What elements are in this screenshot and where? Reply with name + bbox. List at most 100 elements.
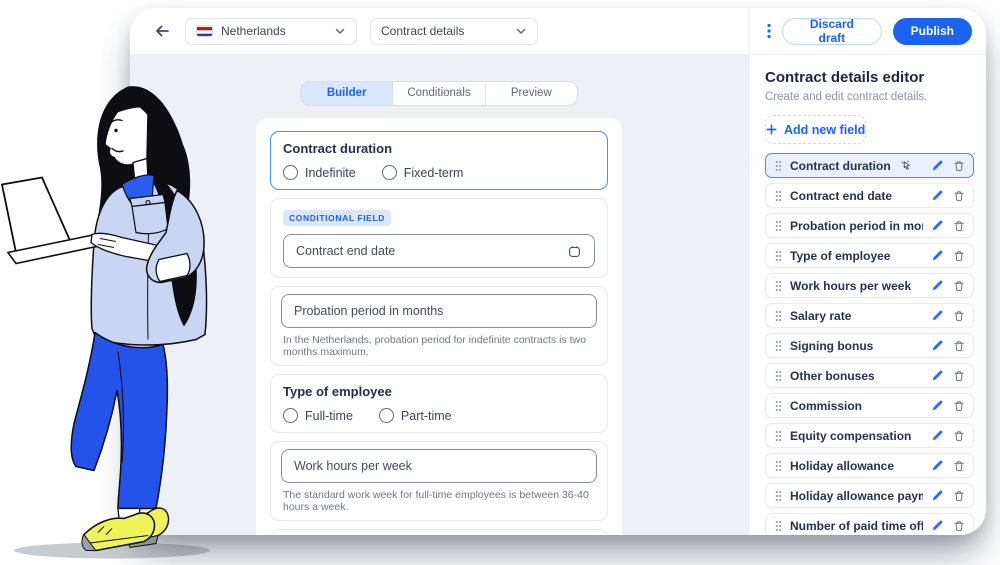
contract-duration-group[interactable]: Contract duration Indefinite Fixed-term (270, 131, 608, 190)
publish-button[interactable]: Publish (893, 18, 972, 45)
drag-handle-icon[interactable] (775, 430, 782, 442)
drag-handle-icon[interactable] (775, 250, 782, 262)
delete-field-button[interactable] (953, 340, 965, 352)
topbar-left: Netherlands Contract details (130, 8, 748, 54)
page: Netherlands Contract details (0, 0, 1000, 565)
field-label: Number of paid time off days (790, 519, 923, 533)
kebab-menu-icon (767, 23, 771, 39)
field-label: Work hours per week (790, 279, 911, 293)
field-row[interactable]: Type of employee (765, 243, 974, 268)
radio-label: Full-time (305, 409, 353, 423)
field-row[interactable]: Holiday allowance payment fre... (765, 483, 974, 508)
input-label: Work hours per week (294, 459, 412, 473)
delete-field-button[interactable] (953, 520, 965, 532)
edit-field-button[interactable] (931, 489, 944, 502)
field-row[interactable]: Work hours per week (765, 273, 974, 298)
document-selector[interactable]: Contract details (370, 18, 538, 45)
tab-preview[interactable]: Preview (486, 82, 577, 105)
group-title: Contract duration (283, 141, 595, 156)
more-options-button[interactable] (767, 23, 771, 39)
delete-field-button[interactable] (953, 280, 965, 292)
radio-fixed-term[interactable]: Fixed-term (382, 165, 464, 180)
window-body: Builder Conditionals Preview Contract du… (130, 55, 986, 535)
add-new-field-label: Add new field (784, 123, 865, 137)
field-row[interactable]: Equity compensation (765, 423, 974, 448)
radio-full-time[interactable]: Full-time (283, 408, 353, 423)
drag-handle-icon[interactable] (775, 190, 782, 202)
edit-field-button[interactable] (931, 339, 944, 352)
drag-handle-icon[interactable] (775, 460, 782, 472)
delete-field-button[interactable] (953, 190, 965, 202)
field-row[interactable]: Contract duration (765, 153, 974, 178)
delete-field-button[interactable] (953, 430, 965, 442)
employee-type-group: Type of employee Full-time Part-time (270, 374, 608, 433)
delete-field-button[interactable] (953, 370, 965, 382)
delete-field-button[interactable] (953, 160, 965, 172)
radio-row: Full-time Part-time (283, 408, 595, 423)
edit-field-button[interactable] (931, 369, 944, 382)
field-label: Equity compensation (790, 429, 911, 443)
work-hours-helper-text: The standard work week for full-time emp… (283, 489, 595, 513)
probation-input[interactable]: Probation period in months (281, 294, 597, 328)
delete-field-button[interactable] (953, 220, 965, 232)
field-row[interactable]: Holiday allowance (765, 453, 974, 478)
field-row[interactable]: Probation period in months (765, 213, 974, 238)
drag-handle-icon[interactable] (775, 400, 782, 412)
edit-field-button[interactable] (931, 399, 944, 412)
country-selector[interactable]: Netherlands (185, 18, 357, 45)
drag-handle-icon[interactable] (775, 370, 782, 382)
tab-bar: Builder Conditionals Preview (300, 81, 578, 106)
edit-field-button[interactable] (931, 279, 944, 292)
drag-handle-icon[interactable] (775, 160, 782, 172)
field-row[interactable]: Other bonuses (765, 363, 974, 388)
edit-field-button[interactable] (931, 459, 944, 472)
drag-handle-icon[interactable] (775, 220, 782, 232)
contract-details-editor-panel: Contract details editor Create and edit … (748, 55, 986, 535)
field-label: Other bonuses (790, 369, 875, 383)
discard-draft-button[interactable]: Discard draft (782, 18, 882, 45)
edit-field-button[interactable] (931, 309, 944, 322)
field-label: Salary rate (790, 309, 851, 323)
back-button[interactable] (152, 21, 172, 41)
work-hours-input[interactable]: Work hours per week (281, 449, 597, 483)
field-row[interactable]: Contract end date (765, 183, 974, 208)
radio-label: Fixed-term (404, 166, 464, 180)
delete-field-button[interactable] (953, 400, 965, 412)
field-row[interactable]: Number of paid time off days (765, 513, 974, 535)
drag-handle-icon[interactable] (775, 490, 782, 502)
radio-circle-icon (283, 408, 298, 423)
radio-indefinite[interactable]: Indefinite (283, 165, 356, 180)
edit-field-button[interactable] (931, 249, 944, 262)
field-row[interactable]: Salary rate (765, 303, 974, 328)
field-label: Signing bonus (790, 339, 873, 353)
radio-part-time[interactable]: Part-time (379, 408, 452, 423)
add-new-field-button[interactable]: Add new field (765, 115, 866, 144)
delete-field-button[interactable] (953, 310, 965, 322)
delete-field-button[interactable] (953, 460, 965, 472)
field-row[interactable]: Commission (765, 393, 974, 418)
probation-helper-text: In the Netherlands, probation period for… (283, 334, 595, 358)
tab-builder[interactable]: Builder (301, 82, 393, 105)
field-label: Contract end date (790, 189, 892, 203)
edit-field-button[interactable] (931, 189, 944, 202)
tab-conditionals[interactable]: Conditionals (393, 82, 485, 105)
field-row[interactable]: Signing bonus (765, 333, 974, 358)
edit-field-button[interactable] (931, 429, 944, 442)
drag-handle-icon[interactable] (775, 340, 782, 352)
contract-end-date-input[interactable]: Contract end date (283, 234, 595, 268)
panel-subtitle: Create and edit contract details. (765, 91, 974, 103)
calendar-icon[interactable] (567, 244, 582, 259)
input-label: Contract end date (296, 244, 395, 258)
edit-field-button[interactable] (931, 519, 944, 532)
radio-label: Indefinite (305, 166, 356, 180)
edit-field-button[interactable] (931, 159, 944, 172)
delete-field-button[interactable] (953, 490, 965, 502)
field-label: Contract duration (790, 159, 891, 173)
drag-handle-icon[interactable] (775, 310, 782, 322)
edit-field-button[interactable] (931, 219, 944, 232)
delete-field-button[interactable] (953, 250, 965, 262)
conditional-field-group: CONDITIONAL FIELD Contract end date (270, 198, 608, 278)
app-window: Netherlands Contract details (130, 8, 986, 535)
drag-handle-icon[interactable] (775, 280, 782, 292)
drag-handle-icon[interactable] (775, 520, 782, 532)
